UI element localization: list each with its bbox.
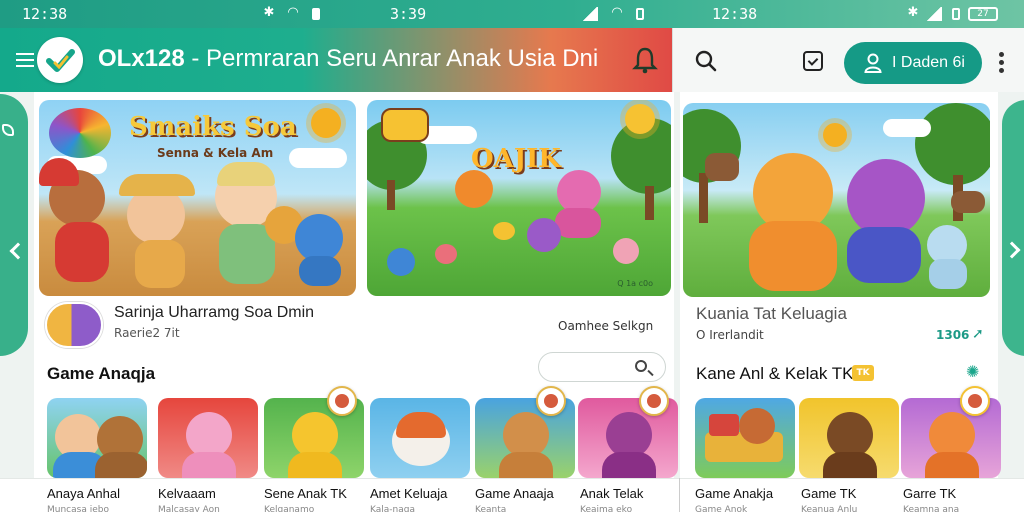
game-tile-8[interactable]	[799, 398, 899, 478]
section-title-left: Game Anaqja	[47, 364, 156, 383]
brand-name: OLx128	[98, 45, 185, 72]
tile-sub-8: Keanua Anlu	[801, 505, 858, 512]
app-bar-right: I Daden 6i	[672, 28, 1024, 92]
section-title-right: Kane Anl & Kelak TK	[696, 364, 854, 383]
tile-label-7[interactable]: Game Anakja	[695, 486, 773, 501]
section-search-input[interactable]	[538, 352, 666, 382]
banner-2-watermark: Q 1a c0o	[617, 279, 653, 288]
divider	[679, 478, 680, 512]
status-time-right: 12:38	[712, 5, 758, 23]
app-bar: OLx128 - Permraran Seru Anrar Anak Usia …	[0, 28, 672, 92]
carousel-prev-button[interactable]	[0, 94, 28, 356]
bluetooth-icon-2: ✱	[907, 5, 919, 20]
tile-sub-9: Keamna ana	[903, 505, 960, 512]
tile-label-3[interactable]: Sene Anak TK	[264, 486, 347, 501]
tile-sub-5: Keanta	[475, 505, 507, 512]
tile-sub-3: Kelganamo	[264, 505, 315, 512]
rainbow-logo	[49, 108, 111, 158]
status-time-center: 3:39	[390, 5, 427, 23]
search-icon-small	[635, 360, 647, 372]
game-tile-7[interactable]	[695, 398, 795, 478]
banner-1-title: Smaiks Soa	[129, 112, 297, 142]
featured-banner-2[interactable]: OAJIK Q 1a c0o	[367, 100, 671, 296]
status-time-left: 12:38	[22, 5, 68, 23]
chevron-right-icon	[1003, 241, 1021, 259]
page-title: OLx128 - Permraran Seru Anrar Anak Usia …	[98, 45, 598, 73]
bell-icon[interactable]	[632, 46, 658, 74]
battery-icon	[312, 8, 320, 20]
tile-sub-7: Game Anok	[695, 505, 748, 512]
status-bar: 12:38 ✱ ◠ 3:39 ◠ 12:38 ✱ 27	[0, 0, 1024, 28]
tile-label-6[interactable]: Anak Telak	[580, 486, 643, 501]
banner-2-logo	[381, 108, 429, 142]
tile-sub-4: Kala-naga	[370, 505, 415, 512]
battery-icon-3	[952, 8, 960, 20]
game-tile-2[interactable]	[158, 398, 258, 478]
featured-banner-1[interactable]: Smaiks Soa Senna & Kela Am	[39, 100, 356, 296]
tile-label-5[interactable]: Game Anaaja	[475, 486, 554, 501]
tile-label-4[interactable]: Amet Keluaja	[370, 486, 447, 501]
tile-badge-5	[536, 386, 566, 416]
arrow-right-icon[interactable]: ➚	[972, 326, 984, 342]
search-icon[interactable]	[695, 50, 717, 72]
bookmark-icon	[2, 124, 14, 136]
title-text: - Permraran Seru Anrar Anak Usia Dni	[184, 45, 599, 72]
chevron-left-icon	[9, 242, 27, 260]
signal-icon-2	[926, 7, 942, 21]
person-icon	[864, 53, 882, 73]
battery-percent: 27	[968, 7, 998, 21]
game-tile-4[interactable]	[370, 398, 470, 478]
sign-in-button[interactable]: I Daden 6i	[844, 42, 982, 84]
banner-1-subtitle: Senna & Kela Am	[157, 146, 274, 160]
wifi-icon-2: ◠	[611, 5, 623, 20]
tile-badge-6	[639, 386, 669, 416]
download-icon[interactable]	[803, 51, 823, 71]
avatar[interactable]	[45, 302, 103, 348]
tile-label-9[interactable]: Garre TK	[903, 486, 956, 501]
tile-sub-6: Keaima eko	[580, 505, 633, 512]
feature-link-left[interactable]: Oamhee Selkgn	[558, 319, 653, 333]
feature-title-left[interactable]: Sarinja Uharramg Soa Dmin	[114, 304, 314, 322]
app-logo[interactable]	[37, 37, 83, 83]
feature-meta-left: Raerie2 7it	[114, 326, 180, 340]
banner-2-title: OAJIK	[471, 144, 561, 174]
tile-badge-3	[327, 386, 357, 416]
sparkle-icon: ✺	[966, 362, 980, 381]
logo-check-icon	[46, 49, 75, 72]
battery-icon-2	[636, 8, 644, 20]
tile-label-8[interactable]: Game TK	[801, 486, 856, 501]
tile-badge-9	[960, 386, 990, 416]
game-tile-1[interactable]	[47, 398, 147, 478]
sign-in-label: I Daden 6i	[892, 54, 965, 71]
more-options-icon[interactable]	[999, 52, 1005, 73]
signal-icon	[582, 7, 598, 21]
menu-icon[interactable]	[16, 53, 34, 67]
tk-badge: TK	[852, 365, 874, 381]
feature-title-right[interactable]: Kuania Tat Keluagia	[696, 304, 847, 324]
tile-sub-1: Muncasa jebo	[47, 505, 109, 512]
feature-meta-right: O Irerlandit	[696, 328, 764, 342]
featured-banner-3[interactable]	[683, 103, 990, 297]
tile-label-2[interactable]: Kelvaaam	[158, 486, 216, 501]
tile-sub-2: Malcasay Aon	[158, 505, 220, 512]
wifi-icon: ◠	[287, 5, 299, 20]
tile-label-1[interactable]: Anaya Anhal	[47, 486, 120, 501]
carousel-next-button[interactable]	[1002, 100, 1024, 356]
feature-count-right: 1306	[936, 328, 970, 342]
bluetooth-icon: ✱	[263, 5, 275, 20]
